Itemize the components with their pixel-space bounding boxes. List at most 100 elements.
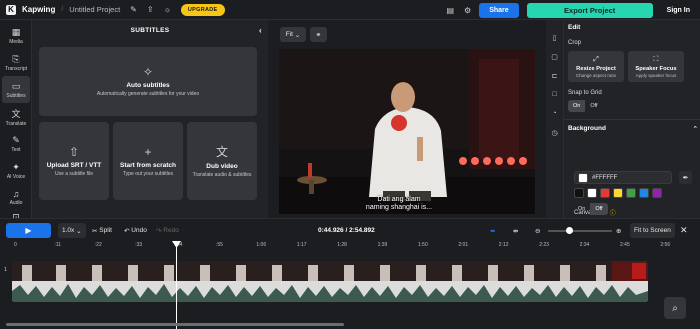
- speaker-focus-button[interactable]: ⛶ Speaker Focus Apply speaker focus: [628, 51, 684, 82]
- play-button[interactable]: ▶: [6, 223, 51, 238]
- history-icon[interactable]: ◷: [551, 129, 557, 148]
- hex-value: #FFFFFF: [592, 174, 618, 181]
- timeline-toolbar: ▶ 1.0x ⌄ ✂ Split ↶ Undo ↷ Redo 0:44.926 …: [0, 223, 700, 239]
- link-icon[interactable]: ⚭: [310, 27, 327, 42]
- horizontal-scrollbar[interactable]: [6, 323, 344, 326]
- undo-button[interactable]: ↶ Undo: [124, 223, 147, 238]
- redo-button[interactable]: ↷ Redo: [156, 223, 179, 238]
- right-tool-rail: ▯ ▢ ⊏ □ ◔ ◷: [546, 20, 564, 218]
- card-subtitle: Type out your subtitles: [122, 170, 174, 177]
- nav-item-transcript[interactable]: ⎘ Transcript: [0, 49, 32, 76]
- card-subtitle: Translate audio & subtitles: [192, 172, 252, 179]
- blur-on-option[interactable]: On: [573, 203, 590, 215]
- info-icon[interactable]: ⓘ: [610, 208, 616, 217]
- scissors-icon: ✂: [92, 227, 98, 235]
- redo-label: Redo: [163, 227, 179, 234]
- chevron-up-icon[interactable]: ⌃: [693, 125, 698, 133]
- eyedropper-icon[interactable]: ✒: [679, 171, 692, 184]
- color-swatch[interactable]: [574, 188, 584, 198]
- snap-off-option[interactable]: Off: [585, 100, 602, 112]
- settings-gear-icon[interactable]: ⚙: [464, 6, 471, 15]
- ruler-tick-label: 1:17: [296, 242, 307, 248]
- video-track-clip[interactable]: [12, 261, 648, 302]
- color-swatch[interactable]: [613, 188, 623, 198]
- edit-title-icon[interactable]: ✎: [130, 5, 137, 14]
- blur-off-option[interactable]: Off: [590, 203, 608, 215]
- nav-label: Transcript: [4, 65, 28, 72]
- layout-icon[interactable]: ▯: [553, 34, 557, 53]
- share-button[interactable]: Share: [479, 2, 519, 18]
- speed-dropdown[interactable]: 1.0x ⌄: [58, 223, 86, 238]
- upload-srt-card[interactable]: ⇧ Upload SRT / VTT Use a subtitle file: [39, 122, 109, 200]
- button-title: Speaker Focus: [635, 65, 677, 72]
- start-from-scratch-card[interactable]: + Start from scratch Type out your subti…: [113, 122, 183, 200]
- subtitle-overlay[interactable]: Dati ang alam naming shanghai is...: [349, 196, 449, 211]
- zoom-in-icon[interactable]: ⊕: [616, 223, 621, 238]
- search-icon[interactable]: ⌕: [664, 297, 686, 319]
- color-swatch[interactable]: [639, 188, 649, 198]
- ruler-tick-label: 1:50: [418, 242, 428, 248]
- title-separator: /: [61, 6, 64, 13]
- background-header: Background ⌃: [568, 125, 698, 133]
- timeline: ▶ 1.0x ⌄ ✂ Split ↶ Undo ↷ Redo 0:44.926 …: [0, 218, 700, 329]
- project-title[interactable]: Untitled Project: [69, 5, 120, 14]
- nav-label: Translate: [5, 120, 27, 127]
- zoom-out-icon[interactable]: ⊖: [535, 223, 540, 238]
- close-timeline-icon[interactable]: ✕: [680, 223, 688, 238]
- playhead[interactable]: [176, 243, 177, 329]
- nav-item-translate[interactable]: 文 Translate: [0, 103, 32, 130]
- panel-title: SUBTITLES: [130, 26, 170, 34]
- brightness-icon[interactable]: ☼: [164, 5, 171, 14]
- time-ruler[interactable]: 0:11:22:33:44:55 1:06 1:17 1:28 1:39 1:50 2:01…: [0, 241, 700, 251]
- ruler-tick-label: 2:45: [620, 242, 630, 248]
- edit-heading: Edit: [568, 24, 581, 31]
- upload-icon[interactable]: ⇪: [147, 5, 154, 14]
- color-swatch[interactable]: [600, 188, 610, 198]
- nav-item-ai-voice[interactable]: ✦ AI Voice: [0, 157, 32, 184]
- comments-icon[interactable]: ▤: [446, 6, 454, 15]
- edit-content: Edit Crop ⤢ Resize Project Change aspect…: [564, 20, 700, 217]
- timer-icon[interactable]: ◔: [552, 110, 556, 129]
- kapwing-logo-icon[interactable]: K: [6, 4, 16, 15]
- export-project-button[interactable]: Export Project: [526, 2, 653, 18]
- fit-label: Fit: [285, 31, 293, 38]
- video-preview[interactable]: Dati ang alam naming shanghai is...: [279, 49, 535, 214]
- card-title: Auto subtitles: [126, 82, 170, 90]
- edit-panel: ▯ ▢ ⊏ □ ◔ ◷ Edit Crop ⤢ Resize Project C…: [546, 20, 700, 218]
- nav-label: Text: [11, 146, 21, 153]
- nav-label: Audio: [9, 200, 23, 206]
- hex-color-input[interactable]: #FFFFFF: [574, 171, 672, 184]
- left-nav: ▦ Media ⎘ Transcript ▭ Subtitles 文 Translate…: [0, 20, 32, 222]
- focus-icon: ⛶: [653, 55, 659, 63]
- nav-item-audio[interactable]: ♫ Audio: [0, 184, 32, 211]
- nav-item-subtitles[interactable]: ▭ Subtitles: [2, 76, 30, 103]
- upgrade-button[interactable]: UPGRADE: [180, 3, 225, 16]
- zoom-slider[interactable]: [548, 227, 612, 234]
- ruler-tick-label: 0: [14, 242, 17, 248]
- nav-label: Media: [9, 38, 23, 45]
- clip-thumbnails: [12, 261, 648, 281]
- fit-dropdown[interactable]: Fit ⌄: [280, 27, 306, 42]
- resize-project-button[interactable]: ⤢ Resize Project Change aspect ratio: [568, 51, 624, 82]
- ruler-tick-label: :55: [216, 242, 223, 248]
- zoom-slider-handle[interactable]: [566, 227, 573, 234]
- dub-video-card[interactable]: 文 Dub video Translate audio & subtitles: [187, 122, 257, 200]
- split-track-icon[interactable]: ⬌: [490, 223, 495, 238]
- collapse-panel-icon[interactable]: ‹: [259, 26, 262, 35]
- fit-track-icon[interactable]: ⇹: [513, 223, 518, 238]
- auto-subtitles-card[interactable]: ✧ Auto subtitles Automatically generate …: [39, 47, 257, 116]
- nav-item-media[interactable]: ▦ Media: [0, 22, 32, 49]
- split-button[interactable]: ✂ Split: [92, 223, 112, 238]
- sign-in-link[interactable]: Sign In: [667, 7, 690, 14]
- translate-icon: 文: [215, 145, 228, 160]
- square-icon[interactable]: □: [552, 91, 556, 110]
- panel-title-row: SUBTITLES ‹: [32, 20, 268, 40]
- aspect-icon[interactable]: ⊏: [552, 72, 558, 91]
- color-swatch[interactable]: [587, 188, 597, 198]
- fit-to-screen-button[interactable]: Fit to Screen: [630, 223, 675, 238]
- nav-item-text[interactable]: ✎ Text: [0, 130, 32, 157]
- color-swatch[interactable]: [652, 188, 662, 198]
- snap-on-option[interactable]: On: [568, 100, 586, 112]
- color-swatch[interactable]: [626, 188, 636, 198]
- devices-icon[interactable]: ▢: [551, 53, 558, 72]
